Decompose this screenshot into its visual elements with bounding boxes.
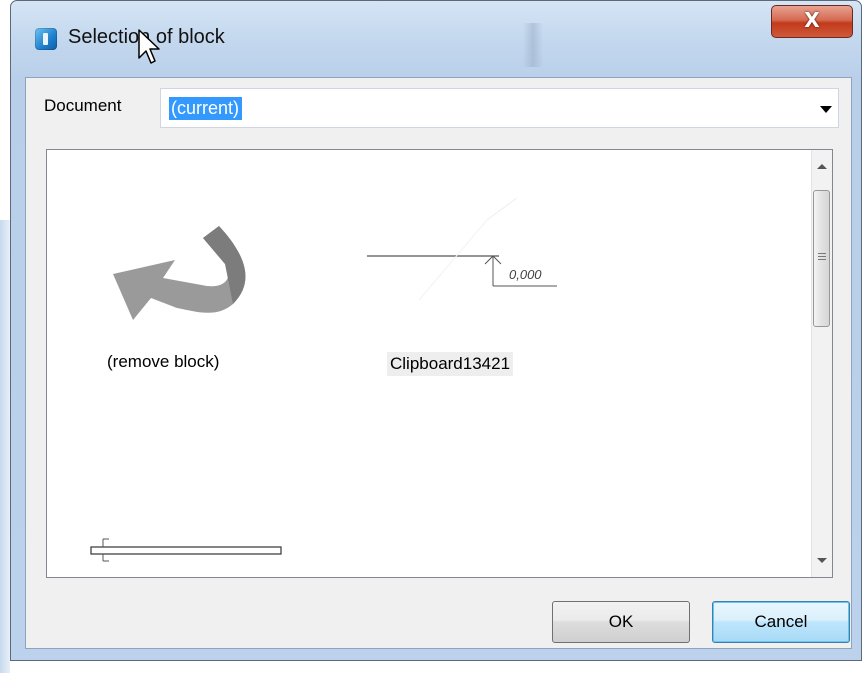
document-label: Document xyxy=(44,96,122,115)
remove-block-arrow-icon xyxy=(113,226,246,320)
level-value-text: 0,000 xyxy=(509,267,542,282)
scroll-up-arrow-icon[interactable] xyxy=(812,156,832,176)
chevron-down-icon[interactable] xyxy=(820,106,832,113)
app-icon xyxy=(35,28,57,50)
cancel-button[interactable]: Cancel xyxy=(712,601,850,643)
titlebar[interactable]: Selection of block X xyxy=(11,1,861,77)
block-tile-remove[interactable]: (remove block) xyxy=(107,190,267,390)
block-caption: (remove block) xyxy=(107,352,220,371)
grip-line xyxy=(818,259,826,260)
section-block-preview xyxy=(90,538,282,562)
dialog-body: Document (current) (remove block) 0,000 … xyxy=(25,77,852,649)
grip-line xyxy=(818,256,826,257)
scrollbar-thumb[interactable] xyxy=(813,190,830,327)
titlebar-glare xyxy=(523,23,543,67)
scroll-down-arrow-icon[interactable] xyxy=(812,551,832,571)
block-gallery: (remove block) 0,000 Clipboard13421 xyxy=(46,149,833,578)
document-dropdown[interactable]: (current) xyxy=(160,88,839,128)
document-selected-value: (current) xyxy=(169,97,243,120)
mouse-cursor-icon xyxy=(138,29,160,64)
gallery-scrollbar[interactable] xyxy=(811,150,832,577)
ok-button[interactable]: OK xyxy=(552,601,690,643)
close-icon: X xyxy=(804,8,820,32)
block-tile-clipboard[interactable]: 0,000 Clipboard13421 xyxy=(367,190,577,390)
background-edge xyxy=(0,220,10,673)
block-tile-section[interactable] xyxy=(87,525,287,575)
close-button[interactable]: X xyxy=(771,5,853,38)
grip-line xyxy=(818,253,826,254)
dialog-window: Selection of block X Document (current) … xyxy=(10,0,862,661)
block-caption: Clipboard13421 xyxy=(387,352,514,376)
level-mark-block-preview xyxy=(367,197,557,301)
